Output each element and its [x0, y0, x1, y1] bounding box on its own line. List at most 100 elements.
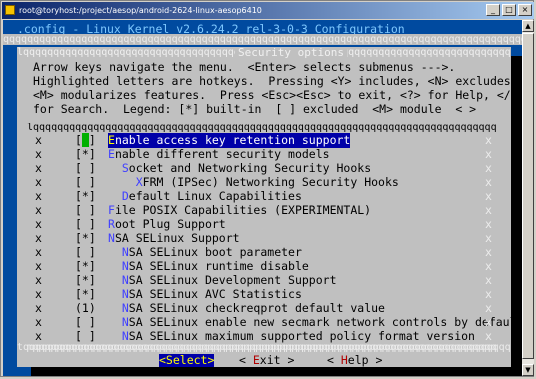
exit-button[interactable]: < Exit >	[239, 354, 294, 367]
list-left-border: x	[35, 287, 42, 301]
help-line-3: <M> modularizes features. Press <Esc><Es…	[33, 88, 511, 102]
option-checkbox[interactable]: (1)	[75, 301, 96, 316]
menu-item[interactable]: x [*] NSA SELinux Support x	[27, 231, 497, 246]
option-checkbox[interactable]: [ ]	[75, 217, 96, 232]
label-text: SA SELinux Support	[114, 231, 240, 245]
list-right-border: x	[485, 147, 492, 161]
list-right-border: x	[485, 175, 492, 189]
list-right-border: x	[485, 287, 492, 301]
help-line-2: Highlighted letters are hotkeys. Pressin…	[33, 74, 511, 88]
select-button[interactable]: <Select>	[159, 354, 215, 367]
text-cursor	[81, 133, 89, 147]
option-checkbox[interactable]: [*]	[75, 189, 96, 204]
option-checkbox[interactable]: [ ]	[75, 315, 96, 330]
help-button[interactable]: < Help >	[327, 354, 382, 367]
option-checkbox[interactable]: [*]	[75, 273, 96, 288]
menu-item[interactable]: x [*] Default Linux Capabilities x	[27, 189, 497, 204]
menu-item[interactable]: x [ ] NSA SELinux maximum supported polic…	[27, 329, 497, 344]
hotkey-letter: N	[121, 245, 129, 259]
list-left-border: x	[35, 329, 42, 343]
label-text: ile POSIX Capabilities (EXPERIMENTAL)	[114, 203, 372, 217]
menu-item[interactable]: x [ ] Root Plug Support x	[27, 217, 497, 232]
list-right-border: x	[485, 231, 492, 245]
hotkey-letter: X	[135, 175, 143, 189]
menu-item[interactable]: x [ ] NSA SELinux enable new secmark netw…	[27, 315, 511, 330]
scroll-thumb[interactable]	[522, 33, 534, 359]
minimize-button[interactable]: _	[486, 4, 500, 16]
scroll-down-icon[interactable]: ▼	[522, 364, 534, 376]
menu-item-label: Enable access key retention support	[108, 133, 351, 148]
scroll-up-icon[interactable]: ▲	[522, 20, 534, 32]
button-divider: tqqqqqqqqqqqqqqqqqqqqqqqqqqqqqqqqqqqqqqq…	[17, 343, 511, 353]
dialog-title: Security options	[235, 47, 347, 58]
list-left-border: x	[35, 273, 42, 287]
option-checkbox[interactable]: [ ]	[75, 161, 96, 176]
close-button[interactable]: ×	[518, 4, 532, 16]
list-left-border: x	[35, 203, 42, 217]
option-checkbox[interactable]: [*]	[75, 287, 96, 302]
list-left-border: x	[35, 133, 42, 147]
list-right-border: x	[485, 301, 492, 315]
help-button-left-bracket: <	[327, 353, 341, 367]
menu-item[interactable]: x [*] NSA SELinux AVC Statistics x	[27, 287, 497, 302]
maximize-button[interactable]: □	[502, 4, 516, 16]
label-text: SA SELinux runtime disable	[128, 259, 309, 273]
label-text: ocket and Networking Security Hooks	[128, 161, 372, 175]
list-right-border: x	[485, 161, 492, 175]
menu-item[interactable]: x [ ] NSA SELinux boot parameter x	[27, 245, 497, 260]
menu-item-label: XFRM (IPSec) Networking Security Hooks	[108, 175, 399, 190]
window-titlebar[interactable]: root@toryhost:/project/aesop/android-262…	[2, 2, 534, 19]
menu-item-label: NSA SELinux Development Support	[108, 273, 337, 288]
option-checkbox[interactable]: [*]	[75, 259, 96, 274]
hotkey-letter: N	[121, 259, 129, 273]
menu-item-label: NSA SELinux boot parameter	[108, 245, 302, 260]
hotkey-letter: R	[108, 217, 115, 231]
dialog-shadow-bottom	[31, 367, 522, 376]
list-left-border: x	[35, 161, 42, 175]
list-left-border: x	[35, 147, 42, 161]
menu-item-label: NSA SELinux AVC Statistics	[108, 287, 302, 302]
option-checkbox[interactable]: [*]	[75, 231, 96, 246]
exit-button-label: xit >	[259, 353, 295, 367]
security-options-dialog: lqqqqqqqqqqqqqqqqqqqqqqqqqqqqqqqqqqqqqqq…	[17, 47, 511, 367]
menu-item-label: NSA SELinux Support	[108, 231, 240, 246]
option-checkbox[interactable]: [ ]	[75, 203, 96, 218]
window-controls: _ □ ×	[486, 4, 532, 16]
vertical-scrollbar[interactable]: ▲ ▼	[522, 20, 534, 376]
menu-item[interactable]: x [ ] Enable access key retention support x	[27, 133, 497, 148]
help-line-4: for Search. Legend: [*] built-in [ ] exc…	[33, 102, 477, 116]
menu-item[interactable]: x [ ] Socket and Networking Security Hook…	[27, 161, 497, 176]
checkbox-bracket: ]	[88, 133, 96, 147]
menu-item[interactable]: x [*] Enable different security models x	[27, 147, 497, 162]
label-text: SA SELinux maximum supported policy form…	[128, 329, 475, 343]
label-text: SA SELinux checkreqprot default value	[128, 301, 385, 315]
menu-item[interactable]: x [ ] XFRM (IPSec) Networking Security Ho…	[27, 175, 497, 190]
list-top-border: lqqqqqqqqqqqqqqqqqqqqqqqqqqqqqqqqqqqqqqq…	[27, 123, 497, 133]
menu-item-label: NSA SELinux runtime disable	[108, 259, 309, 274]
option-checkbox[interactable]: [*]	[75, 147, 96, 162]
list-right-border: x	[485, 273, 492, 287]
menu-item[interactable]: x [*] NSA SELinux Development Support x	[27, 273, 497, 288]
label-text: nable different security models	[114, 147, 330, 161]
label-text: SA SELinux boot parameter	[128, 245, 302, 259]
menu-item-label: NSA SELinux enable new secmark network c…	[108, 315, 511, 330]
menu-list: lqqqqqqqqqqqqqqqqqqqqqqqqqqqqqqqqqqqqqqq…	[27, 123, 511, 353]
terminal-area[interactable]: .config - Linux Kernel v2.6.24.2 rel-3-0…	[3, 20, 522, 376]
menu-item[interactable]: x (1) NSA SELinux checkreqprot default va…	[27, 301, 497, 316]
hotkey-letter: N	[121, 301, 129, 315]
checkbox-bracket: [	[75, 133, 82, 147]
list-right-border: x	[485, 329, 492, 343]
option-checkbox[interactable]: [ ]	[75, 245, 96, 260]
menu-item[interactable]: x [ ] File POSIX Capabilities (EXPERIMENTA…	[27, 203, 497, 218]
option-checkbox[interactable]: [ ]	[75, 175, 96, 190]
help-line-1: Arrow keys navigate the menu. <Enter> se…	[33, 60, 456, 74]
menu-item-label: NSA SELinux maximum supported policy for…	[108, 329, 475, 344]
option-checkbox[interactable]: [ ]	[75, 329, 96, 344]
menu-item[interactable]: x [*] NSA SELinux runtime disable x	[27, 259, 497, 274]
option-checkbox[interactable]: [ ]	[75, 133, 96, 148]
